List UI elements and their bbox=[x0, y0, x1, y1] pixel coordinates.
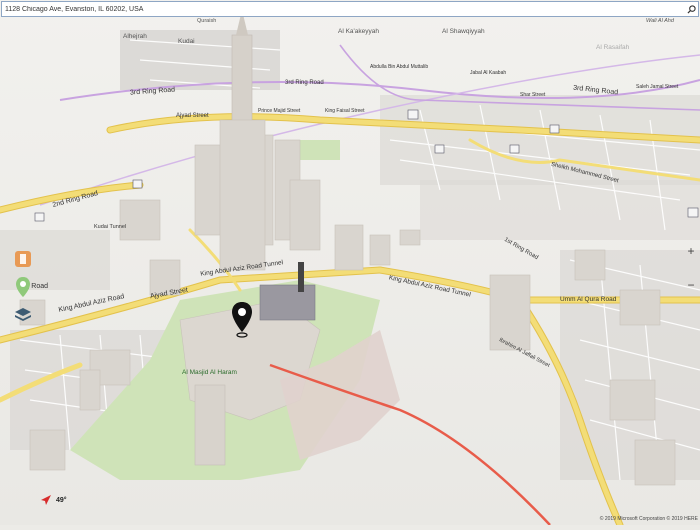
search-input[interactable] bbox=[2, 2, 684, 16]
compass-arrow-icon bbox=[41, 495, 51, 505]
zoom-in-button[interactable]: + bbox=[684, 244, 698, 258]
minus-icon: − bbox=[687, 278, 695, 292]
layers-button[interactable] bbox=[12, 304, 34, 326]
left-toolbar bbox=[12, 248, 34, 332]
road-label-ajyad-top: Ajyad Street bbox=[176, 113, 209, 119]
road-label-ring3-mid: 3rd Ring Road bbox=[285, 80, 324, 86]
heading-value: 49° bbox=[56, 496, 67, 504]
road-label-shaar: Shar Street bbox=[520, 92, 546, 98]
poi-label-masjid: Al Masjid Al Haram bbox=[182, 369, 237, 376]
zoom-out-button[interactable]: − bbox=[684, 278, 698, 292]
label-alkakeyyah: Al Ka'akeyyah bbox=[338, 28, 379, 35]
road-label-prince-majid: Prince Majid Street bbox=[258, 108, 301, 114]
kaaba-building bbox=[259, 284, 316, 321]
search-button[interactable] bbox=[684, 2, 698, 16]
directions-button[interactable] bbox=[12, 248, 34, 270]
zoom-controls: + − bbox=[684, 244, 698, 312]
label-kudai: Kudai bbox=[178, 38, 195, 45]
road-label-saleh: Saleh Jamal Street bbox=[636, 84, 679, 90]
label-alhejrah: Alhejrah bbox=[123, 33, 147, 40]
minaret bbox=[298, 262, 304, 292]
road-label-king-faisal: King Faisal Street bbox=[325, 108, 365, 114]
plus-icon: + bbox=[687, 244, 695, 258]
map-canvas[interactable] bbox=[0, 0, 700, 529]
road-label-jabal: Jabal Al Kaabah bbox=[470, 70, 507, 76]
label-walialahd: Wali Al Ahd bbox=[646, 18, 674, 24]
road-label-kaaba-st: Abdulla Bin Abdul Muttalib bbox=[370, 64, 429, 70]
location-pin-icon bbox=[232, 302, 252, 338]
road-label-ummalqura: Umm Al Qura Road bbox=[560, 296, 617, 303]
directions-icon bbox=[15, 251, 31, 267]
search-icon bbox=[686, 4, 696, 14]
label-alrasaifah: Al Rasaifah bbox=[596, 44, 630, 51]
layers-icon bbox=[15, 308, 31, 321]
search-bar bbox=[1, 1, 699, 17]
map-surface bbox=[0, 0, 700, 529]
location-pin[interactable] bbox=[230, 300, 254, 340]
place-marker-icon bbox=[16, 277, 30, 297]
road-label-kudai-tunnel: Kudai Tunnel bbox=[94, 224, 127, 230]
copyright: © 2019 Microsoft Corporation © 2019 HERE bbox=[599, 516, 698, 522]
compass[interactable]: 49° bbox=[40, 494, 67, 506]
label-alshawqiyyah: Al Shawqiyyah bbox=[442, 28, 485, 35]
places-button[interactable] bbox=[12, 276, 34, 298]
